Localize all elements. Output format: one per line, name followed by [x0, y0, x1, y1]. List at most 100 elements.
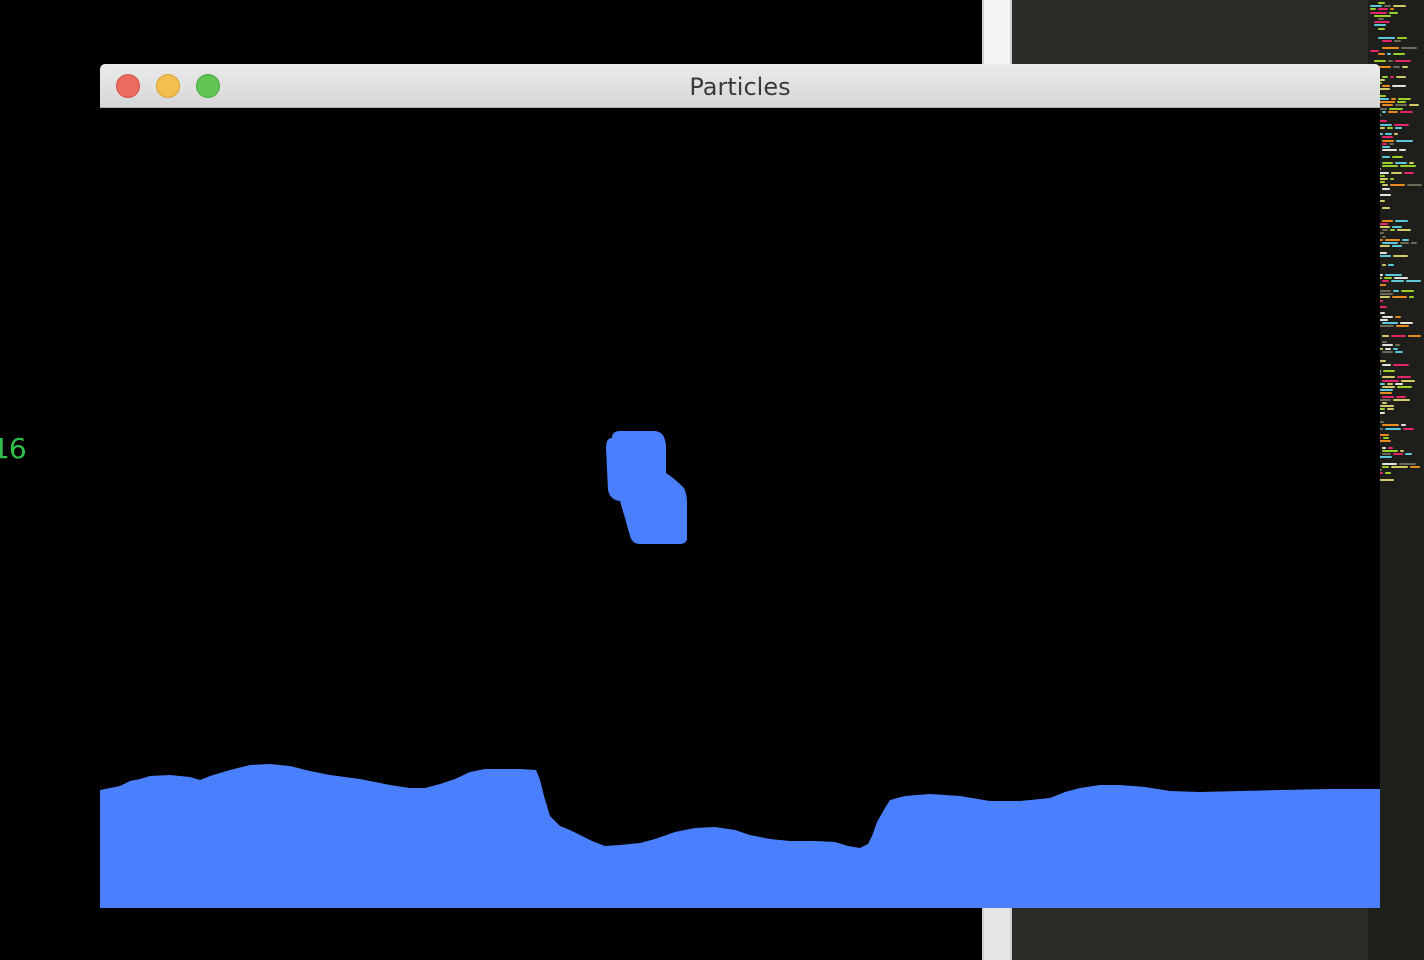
minimap-code-line [1402, 66, 1408, 68]
minimap-code-line [1382, 334, 1389, 337]
minimap-code-line [1378, 2, 1385, 4]
minimap-code-line [1395, 59, 1411, 62]
minimap-code-line [1395, 382, 1403, 385]
minimap-code-line [1382, 376, 1395, 379]
minimap-code-line [1393, 53, 1405, 56]
minimap-code-line [1382, 242, 1398, 244]
minimap-code-line [1400, 450, 1404, 452]
minimap-code-line [1384, 277, 1392, 280]
minimap-code-line [1398, 98, 1411, 100]
minimap-code-line [1382, 85, 1390, 88]
minimap-code-line [1395, 350, 1403, 353]
minimap-code-line [1406, 280, 1421, 283]
minimap-code-line [1400, 110, 1413, 113]
minimap-code-line [1382, 450, 1398, 452]
minimap-code-line [1393, 363, 1409, 366]
minimap-code-line [1378, 478, 1394, 481]
minimap-code-line [1382, 40, 1392, 43]
minimap-code-line [1378, 53, 1385, 56]
minimap-code-line [1382, 219, 1393, 222]
minimap-code-line [1391, 98, 1396, 100]
minimap-code-line [1393, 66, 1400, 68]
minimap-code-line [1382, 149, 1397, 152]
minimap-code-line [1390, 184, 1405, 187]
minimap-code-line [1395, 315, 1401, 318]
minimap-code-line [1370, 8, 1376, 11]
minimap-code-line [1401, 290, 1414, 292]
minimap-code-line [1399, 462, 1416, 465]
minimap-code-line [1382, 402, 1387, 404]
minimap-code-line [1400, 242, 1409, 244]
minimap-code-line [1391, 171, 1402, 174]
background-scrollbar-thumb[interactable] [984, 0, 1010, 64]
minimap-code-line [1389, 11, 1398, 14]
particles-window[interactable]: Particles [100, 64, 1380, 908]
minimap-code-line [1378, 101, 1395, 104]
minimap-code-line [1392, 296, 1407, 299]
minimap-code-line [1378, 8, 1388, 11]
minimap-code-line [1397, 376, 1411, 379]
minimap-code-line [1370, 50, 1379, 52]
minimap-code-line [1382, 162, 1393, 164]
minimap-code-line [1385, 472, 1391, 475]
minimap-code-line [1394, 123, 1409, 126]
minimap-code-line [1382, 206, 1390, 209]
simulation-canvas[interactable] [100, 108, 1380, 908]
minimap-code-line [1397, 101, 1406, 104]
minimap-code-line [1388, 446, 1393, 449]
minimap-code-line [1385, 133, 1392, 136]
minimap-code-line [1404, 171, 1414, 174]
minimap-code-line [1382, 187, 1390, 190]
minimap-code-line [1391, 466, 1408, 468]
minimap-code-line [1396, 139, 1413, 142]
minimap-code-line [1388, 59, 1393, 62]
minimap-code-line [1382, 322, 1398, 324]
minimap-code-line [1383, 370, 1395, 372]
background-scrollbar-lower [984, 908, 1010, 960]
minimap-code-line [1391, 334, 1406, 337]
minimap-code-line [1382, 165, 1398, 168]
minimap-code-line [1385, 274, 1402, 276]
minimap-code-line [1392, 155, 1403, 158]
minimap-code-line [1400, 165, 1416, 168]
minimap-code-line [1408, 334, 1421, 337]
minimap-code-line [1395, 126, 1402, 129]
minimap-code-line [1390, 75, 1394, 78]
minimap-code-line [1378, 293, 1393, 296]
minimap-code-line [1385, 427, 1401, 430]
minimap-code-line [1382, 75, 1388, 78]
minimap-code-line [1390, 229, 1395, 232]
minimap-code-line [1382, 379, 1399, 382]
minimap-code-line [1374, 21, 1390, 24]
minimap-code-line [1378, 325, 1394, 328]
minimap-code-line [1387, 408, 1394, 411]
minimap-code-line [1379, 254, 1391, 257]
minimap-code-line [1382, 363, 1391, 366]
minimap-code-line [1387, 53, 1391, 56]
minimap-code-line [1384, 5, 1391, 8]
minimap-code-line [1387, 382, 1393, 385]
window-titlebar[interactable]: Particles [100, 64, 1380, 108]
minimap-code-line [1382, 184, 1388, 187]
minimap-code-line [1393, 254, 1408, 257]
terminal-counter: 16 [0, 432, 27, 465]
minimap-code-line [1374, 24, 1386, 27]
minimap-code-line [1393, 290, 1399, 292]
minimap-code-line [1395, 344, 1400, 347]
minimap-code-line [1374, 14, 1391, 17]
minimap-code-line [1382, 466, 1389, 468]
minimap-code-line [1394, 277, 1408, 280]
minimap-code-line [1382, 264, 1386, 267]
minimap-code-line [1389, 142, 1394, 145]
minimap-code-line [1393, 5, 1406, 8]
minimap-code-line [1382, 395, 1394, 398]
desktop: 16 Particles [0, 0, 1424, 960]
minimap-code-line [1385, 238, 1400, 241]
minimap-code-line [1382, 110, 1386, 113]
minimap-code-line [1395, 104, 1407, 107]
minimap-code-line [1382, 424, 1399, 427]
minimap-code-line [1382, 344, 1393, 347]
minimap-code-line [1378, 389, 1393, 392]
minimap-code-line [1396, 325, 1409, 328]
minimap-code-line [1394, 133, 1398, 136]
